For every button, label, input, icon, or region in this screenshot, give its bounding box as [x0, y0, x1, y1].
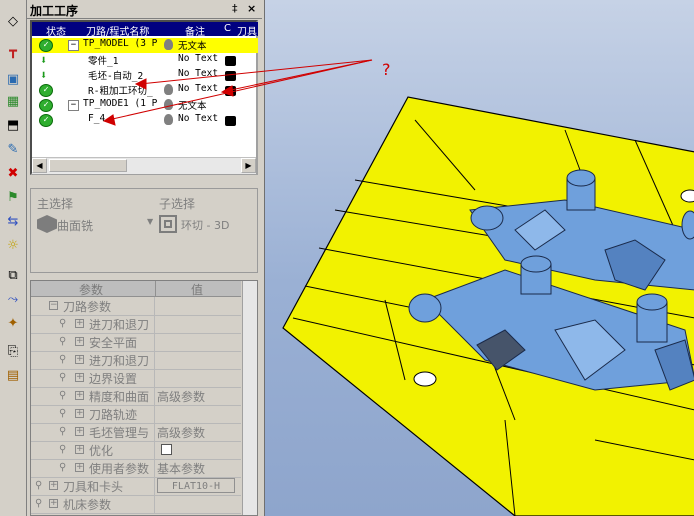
annotation-overlay	[102, 59, 373, 126]
question-mark-annotation: ?	[382, 60, 391, 79]
